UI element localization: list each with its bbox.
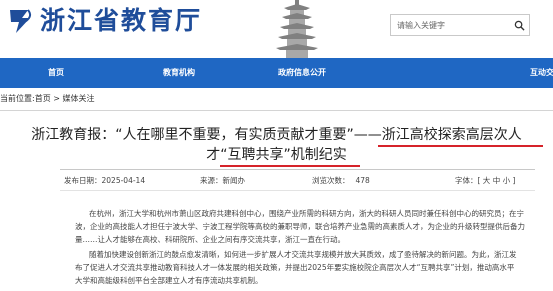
font-size-selector[interactable]: 字体：[ 大 中 小 ] (455, 175, 515, 186)
divider (0, 110, 553, 111)
search-icon (514, 20, 525, 31)
search-box (390, 14, 530, 36)
article-title-line1: 浙江教育报：“人在哪里不重要，有实质贡献才重要”——浙江高校探索高层次人 (31, 127, 522, 143)
paragraph-line: 随着加快建设创新浙江的鼓点愈发清晰，如何进一步扩展人才交流共享规模并放大其质效，… (89, 250, 517, 259)
publish-date: 发布日期：2025-04-14 (64, 176, 146, 185)
title-underline (220, 165, 360, 167)
breadcrumb[interactable]: 当前位置:首页 > 媒体关注 (0, 93, 94, 105)
divider (60, 190, 535, 191)
nav-item-gov-info[interactable]: 政府信息公开 (278, 58, 326, 88)
nav-item-interaction[interactable]: 互动交 (530, 58, 553, 88)
article-paragraph: 在杭州，浙江大学和杭州市萧山区政府共建科创中心，围绕产业所需的科研方向，浙大的科… (75, 207, 535, 246)
search-input[interactable] (391, 15, 509, 35)
source: 来源：新闻办 (200, 176, 245, 185)
main-nav: 首页 教育机构 政府信息公开 互动交 (0, 58, 553, 88)
paragraph-line: 量……让人才能够在高校、科研院所、企业之间有序交流共享，浙江一直在行动。 (75, 235, 345, 244)
paragraph-line: 布了促进人才交流共享推动教育科技人才一体发展的相关政策，并提出2025年要实施校… (75, 263, 515, 272)
divider (60, 169, 535, 170)
view-count: 浏览次数： 478 (312, 175, 370, 186)
nav-item-home[interactable]: 首页 (48, 58, 64, 88)
view-count-label: 浏览次数： (312, 176, 350, 185)
paragraph-line: 波，企业的高技能人才担任宁波大学、宁波工程学院等高校的兼职导师，联合培养产业急需… (75, 222, 525, 231)
paragraph-line: 在杭州，浙江大学和杭州市萧山区政府共建科创中心，围绕产业所需的科研方向，浙大的科… (89, 209, 524, 218)
nav-item-institutions[interactable]: 教育机构 (163, 58, 195, 88)
site-title[interactable]: 浙江省教育厅 (40, 6, 202, 36)
search-button[interactable] (509, 15, 529, 35)
paragraph-line: 大学和高能级科创平台全部建立人才有序流动共享机制。 (75, 276, 263, 285)
article-title-line2: 才“互聘共享”机制纪实 (206, 147, 347, 163)
pagoda-icon (276, 0, 318, 58)
site-logo-icon[interactable] (6, 6, 36, 36)
site-header: 浙江省教育厅 (0, 0, 553, 58)
view-count-value: 478 (355, 176, 370, 185)
article-paragraph: 随着加快建设创新浙江的鼓点愈发清晰，如何进一步扩展人才交流共享规模并放大其质效，… (75, 248, 535, 287)
